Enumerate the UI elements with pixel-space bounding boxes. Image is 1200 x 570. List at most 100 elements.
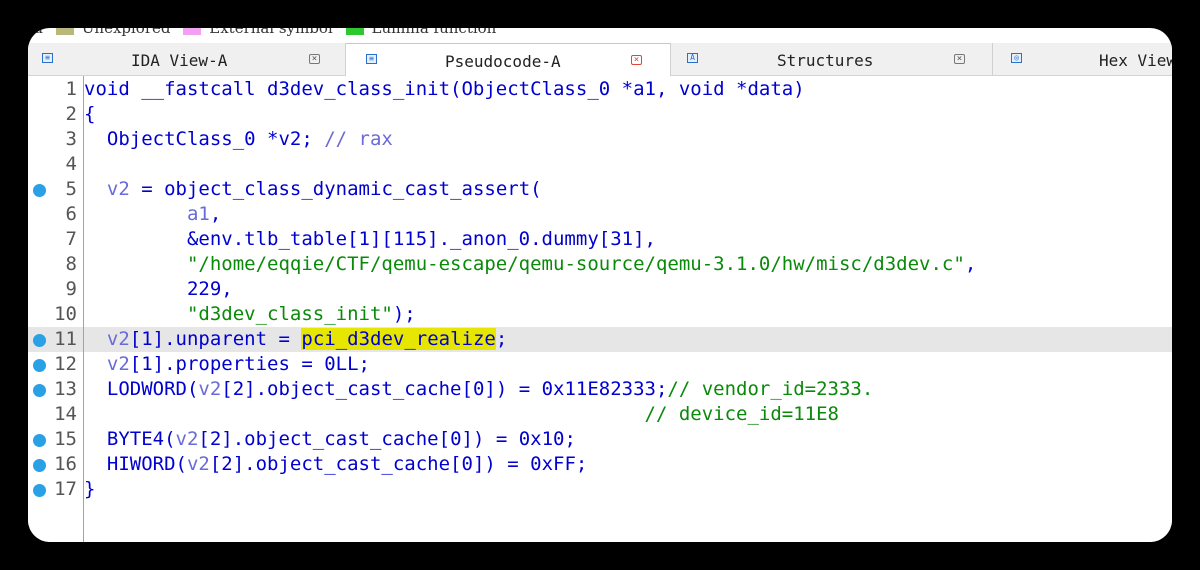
line-number: 8 xyxy=(65,253,77,275)
legend-lead-text: ta xyxy=(28,28,43,37)
structures-icon: A xyxy=(687,53,698,63)
legend-label: Unexplored xyxy=(81,28,171,37)
code-text: v2[1].properties = 0LL; xyxy=(84,352,370,377)
code-text: // device_id=11E8 xyxy=(84,402,839,427)
breakpoint-dot-icon[interactable] xyxy=(33,334,46,347)
legend-swatch xyxy=(55,28,74,35)
code-line[interactable]: 17} xyxy=(28,477,1172,502)
code-token: "d3dev_class_init" xyxy=(186,303,393,325)
code-text: 229, xyxy=(84,277,233,302)
legend-item-unexplored: Unexplored xyxy=(55,28,171,37)
code-token: rax xyxy=(358,128,393,150)
line-number: 17 xyxy=(54,478,77,500)
close-icon[interactable]: × xyxy=(954,54,965,64)
code-text: v2 = object_class_dynamic_cast_assert( xyxy=(84,177,542,202)
gutter-divider xyxy=(83,76,84,542)
line-number: 1 xyxy=(65,78,77,100)
breakpoint-dot-icon[interactable] xyxy=(33,384,46,397)
pseudocode-icon: ≡ xyxy=(366,54,377,64)
code-token: [2].object_cast_cache[0]) = 0xFF; xyxy=(209,453,588,475)
code-token: [1].properties = 0LL; xyxy=(129,353,370,375)
code-token: [1].unparent = xyxy=(129,328,302,350)
code-text: } xyxy=(84,477,95,502)
code-line[interactable]: 14 // device_id=11E8 xyxy=(28,402,1172,427)
code-token: = object_class_dynamic_cast_assert( xyxy=(129,178,542,200)
code-token: v2 xyxy=(106,353,130,375)
code-token: v2 xyxy=(175,428,199,450)
tab-structures[interactable]: A Structures × xyxy=(671,43,993,75)
code-text: ObjectClass_0 *v2; // rax xyxy=(84,127,393,152)
code-text: "/home/eqqie/CTF/qemu-escape/qemu-source… xyxy=(84,252,976,277)
legend-label: Lumina function xyxy=(371,28,497,37)
breakpoint-dot-icon[interactable] xyxy=(33,434,46,447)
code-token: v2 xyxy=(106,328,130,350)
code-line[interactable]: 10 "d3dev_class_init"); xyxy=(28,302,1172,327)
tab-hex-view[interactable]: ◎ Hex View xyxy=(993,43,1172,75)
code-token: v2 xyxy=(198,378,222,400)
tab-label: IDA View-A xyxy=(131,51,228,70)
code-line[interactable]: 9 229, xyxy=(28,277,1172,302)
code-line[interactable]: 12 v2[1].properties = 0LL; xyxy=(28,352,1172,377)
legend-item-lumina-function: Lumina function xyxy=(345,28,497,37)
code-line[interactable]: 13 LODWORD(v2[2].object_cast_cache[0]) =… xyxy=(28,377,1172,402)
code-text: HIWORD(v2[2].object_cast_cache[0]) = 0xF… xyxy=(84,452,587,477)
breakpoint-dot-icon[interactable] xyxy=(33,459,46,472)
line-number: 11 xyxy=(54,328,77,350)
code-line[interactable]: 15 BYTE4(v2[2].object_cast_cache[0]) = 0… xyxy=(28,427,1172,452)
code-token: HIWORD( xyxy=(84,453,187,475)
code-token: ; xyxy=(495,328,508,350)
code-token: { xyxy=(84,103,96,125)
code-token: "/home/eqqie/CTF/qemu-escape/qemu-source… xyxy=(186,253,965,275)
code-line[interactable]: 11 v2[1].unparent = pci_d3dev_realize; xyxy=(28,327,1172,352)
code-token: [2].object_cast_cache[0]) = 0x10; xyxy=(198,428,576,450)
code-token: &env.tlb_table[1][115]._anon_0.dummy[31]… xyxy=(84,228,656,250)
code-line[interactable]: 1 void __fastcall d3dev_class_init(Object… xyxy=(28,77,1172,102)
code-line[interactable]: 4 xyxy=(28,152,1172,177)
tab-label: Pseudocode-A xyxy=(445,52,561,71)
close-icon[interactable]: × xyxy=(309,54,320,64)
tab-ida-view-a[interactable]: ≡ IDA View-A × xyxy=(28,43,346,75)
code-line[interactable]: 2{ xyxy=(28,102,1172,127)
line-number: 9 xyxy=(65,278,77,300)
breakpoint-dot-icon[interactable] xyxy=(33,484,46,497)
code-line[interactable]: 3 ObjectClass_0 *v2; // rax xyxy=(28,127,1172,152)
line-number: 12 xyxy=(54,353,77,375)
code-token: v2 xyxy=(106,178,130,200)
code-token: ObjectClass_0 *v2; xyxy=(84,128,325,150)
line-number: 2 xyxy=(65,103,77,125)
code-text: a1, xyxy=(84,202,221,227)
selected-identifier[interactable]: pci_d3dev_realize xyxy=(301,328,496,350)
legend-swatch xyxy=(183,28,202,35)
breakpoint-dot-icon[interactable] xyxy=(33,359,46,372)
code-token: v2 xyxy=(186,453,210,475)
code-text: LODWORD(v2[2].object_cast_cache[0]) = 0x… xyxy=(84,377,873,402)
code-line[interactable]: 7 &env.tlb_table[1][115]._anon_0.dummy[3… xyxy=(28,227,1172,252)
line-number: 5 xyxy=(65,178,77,200)
pseudocode-editor[interactable]: 1 void __fastcall d3dev_class_init(Object… xyxy=(28,76,1172,542)
line-number: 16 xyxy=(54,453,77,475)
code-token: BYTE4( xyxy=(84,428,176,450)
code-line[interactable]: 8 "/home/eqqie/CTF/qemu-escape/qemu-sour… xyxy=(28,252,1172,277)
code-text: BYTE4(v2[2].object_cast_cache[0]) = 0x10… xyxy=(84,427,576,452)
code-token: // xyxy=(324,128,359,150)
tab-pseudocode-a[interactable]: ≡ Pseudocode-A × xyxy=(346,43,671,76)
code-line[interactable]: 6 a1, xyxy=(28,202,1172,227)
code-token: // device_id=11E8 xyxy=(644,403,839,425)
code-token: , xyxy=(964,253,977,275)
code-token: ); xyxy=(392,303,416,325)
code-token: } xyxy=(84,478,96,500)
ida-window: ta Unexplored External symbol Lumina fun… xyxy=(28,28,1172,542)
navigation-legend: ta Unexplored External symbol Lumina fun… xyxy=(28,28,504,37)
code-line[interactable]: 16 HIWORD(v2[2].object_cast_cache[0]) = … xyxy=(28,452,1172,477)
line-number: 10 xyxy=(54,303,77,325)
close-icon[interactable]: × xyxy=(631,55,642,65)
legend-label: External symbol xyxy=(209,28,333,37)
code-token: , xyxy=(209,203,222,225)
code-line[interactable]: 5 v2 = object_class_dynamic_cast_assert( xyxy=(28,177,1172,202)
breakpoint-dot-icon[interactable] xyxy=(33,184,46,197)
